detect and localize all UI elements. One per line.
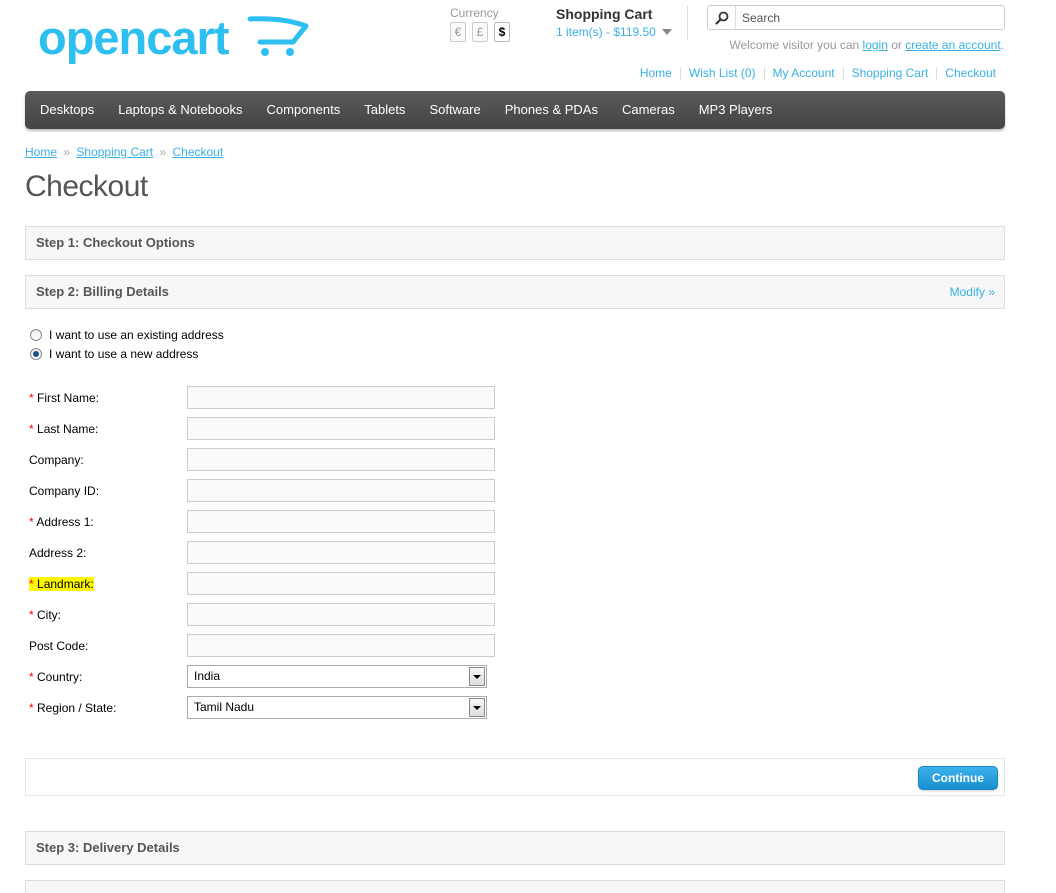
breadcrumb-separator: » <box>159 145 167 159</box>
breadcrumb: Home » Shopping Cart » Checkout <box>25 145 223 159</box>
chevron-down-icon[interactable] <box>469 667 485 686</box>
city-label: * City: <box>29 607 62 622</box>
last-name-field[interactable] <box>187 417 495 440</box>
new-address-radio[interactable] <box>30 348 42 360</box>
welcome-prefix: Welcome visitor you can <box>729 38 863 52</box>
cart-summary-text[interactable]: 1 item(s) - $119.50 <box>556 25 656 39</box>
cart-summary[interactable]: 1 item(s) - $119.50 <box>556 25 672 39</box>
company-row: Company: <box>29 448 495 471</box>
first-name-label: * First Name: <box>29 390 100 405</box>
page-title: Checkout <box>25 170 148 203</box>
login-link[interactable]: login <box>863 38 888 52</box>
landmark-row: * Landmark: <box>29 572 495 595</box>
welcome-suffix: . <box>1000 38 1004 52</box>
menu-item-software[interactable]: Software <box>417 91 492 129</box>
company-field[interactable] <box>187 448 495 471</box>
menu-item-laptops[interactable]: Laptops & Notebooks <box>106 91 254 129</box>
city-field[interactable] <box>187 603 495 626</box>
top-links: Home Wish List (0) My Account Shopping C… <box>632 67 1004 80</box>
chevron-down-icon[interactable] <box>469 698 485 717</box>
breadcrumb-home[interactable]: Home <box>25 145 57 159</box>
cart-title: Shopping Cart <box>556 6 653 22</box>
region-value[interactable]: Tamil Nadu <box>194 700 254 714</box>
search-icon[interactable] <box>714 11 729 25</box>
currency-dollar-button[interactable]: $ <box>494 22 510 42</box>
breadcrumb-shopping-cart[interactable]: Shopping Cart <box>76 145 153 159</box>
search-box <box>707 5 1005 30</box>
city-row: * City: <box>29 603 495 626</box>
currency-pound-button[interactable]: £ <box>472 22 488 42</box>
country-select[interactable]: India <box>187 665 487 688</box>
step-2-modify-link[interactable]: Modify » <box>950 276 995 308</box>
top-link-shopping-cart[interactable]: Shopping Cart <box>842 67 937 80</box>
country-value[interactable]: India <box>194 669 220 683</box>
post-code-label: Post Code: <box>29 638 89 653</box>
top-link-account[interactable]: My Account <box>763 67 843 80</box>
address-2-label: Address 2: <box>29 545 87 560</box>
post-code-field[interactable] <box>187 634 495 657</box>
menu-item-cameras[interactable]: Cameras <box>610 91 687 129</box>
cart-widget[interactable]: Shopping Cart 1 item(s) - $119.50 <box>556 6 672 39</box>
address-2-field[interactable] <box>187 541 495 564</box>
breadcrumb-separator: » <box>63 145 71 159</box>
opencart-logo[interactable]: opencart <box>38 12 313 72</box>
existing-address-radio[interactable] <box>30 329 42 341</box>
address-1-field[interactable] <box>187 510 495 533</box>
form-buttons: Continue <box>25 758 1005 796</box>
last-name-row: * Last Name: <box>29 417 495 440</box>
existing-address-label[interactable]: I want to use an existing address <box>49 328 224 342</box>
menu-item-components[interactable]: Components <box>255 91 353 129</box>
address-1-row: * Address 1: <box>29 510 495 533</box>
region-row: * Region / State: Tamil Nadu <box>29 696 487 719</box>
logo-text: opencart <box>38 12 230 64</box>
company-id-label: Company ID: <box>29 483 100 498</box>
top-link-wishlist[interactable]: Wish List (0) <box>679 67 764 80</box>
region-label: * Region / State: <box>29 700 117 715</box>
landmark-label: * Landmark: <box>29 576 94 591</box>
landmark-field[interactable] <box>187 572 495 595</box>
top-link-checkout[interactable]: Checkout <box>936 67 1004 80</box>
company-id-row: Company ID: <box>29 479 495 502</box>
menu-item-mp3[interactable]: MP3 Players <box>687 91 785 129</box>
step-3-header[interactable]: Step 3: Delivery Details <box>25 831 1005 865</box>
first-name-field[interactable] <box>187 386 495 409</box>
step-4-header[interactable] <box>25 880 1005 893</box>
create-account-link[interactable]: create an account <box>905 38 1000 52</box>
existing-address-option[interactable]: I want to use an existing address <box>30 328 224 342</box>
country-row: * Country: India <box>29 665 487 688</box>
country-label: * Country: <box>29 669 83 684</box>
region-select[interactable]: Tamil Nadu <box>187 696 487 719</box>
first-name-row: * First Name: <box>29 386 495 409</box>
company-id-field[interactable] <box>187 479 495 502</box>
breadcrumb-checkout[interactable]: Checkout <box>172 145 223 159</box>
step-1-header[interactable]: Step 1: Checkout Options <box>25 226 1005 260</box>
address-2-row: Address 2: <box>29 541 495 564</box>
company-label: Company: <box>29 452 84 467</box>
chevron-down-icon[interactable] <box>661 29 672 35</box>
post-code-row: Post Code: <box>29 634 495 657</box>
continue-button[interactable]: Continue <box>918 766 998 790</box>
search-button[interactable] <box>708 6 736 29</box>
welcome-message: Welcome visitor you can login or create … <box>729 38 1004 52</box>
new-address-label[interactable]: I want to use a new address <box>49 347 198 361</box>
currency-label: Currency <box>450 6 499 20</box>
step-2-title: Step 2: Billing Details <box>36 284 169 299</box>
step-2-header: Step 2: Billing Details Modify » <box>25 275 1005 309</box>
menu-item-desktops[interactable]: Desktops <box>28 91 106 129</box>
currency-euro-button[interactable]: € <box>450 22 466 42</box>
last-name-label: * Last Name: <box>29 421 99 436</box>
new-address-option[interactable]: I want to use a new address <box>30 347 198 361</box>
header-divider <box>687 6 688 40</box>
search-input[interactable] <box>736 10 996 25</box>
address-1-label: * Address 1: <box>29 514 94 529</box>
menu-item-phones[interactable]: Phones & PDAs <box>493 91 610 129</box>
currency-selector: Currency € £ $ <box>450 6 510 42</box>
menu-item-tablets[interactable]: Tablets <box>352 91 417 129</box>
category-menu: Desktops Laptops & Notebooks Components … <box>25 91 1005 129</box>
welcome-or: or <box>887 38 906 52</box>
top-link-home[interactable]: Home <box>632 67 680 80</box>
